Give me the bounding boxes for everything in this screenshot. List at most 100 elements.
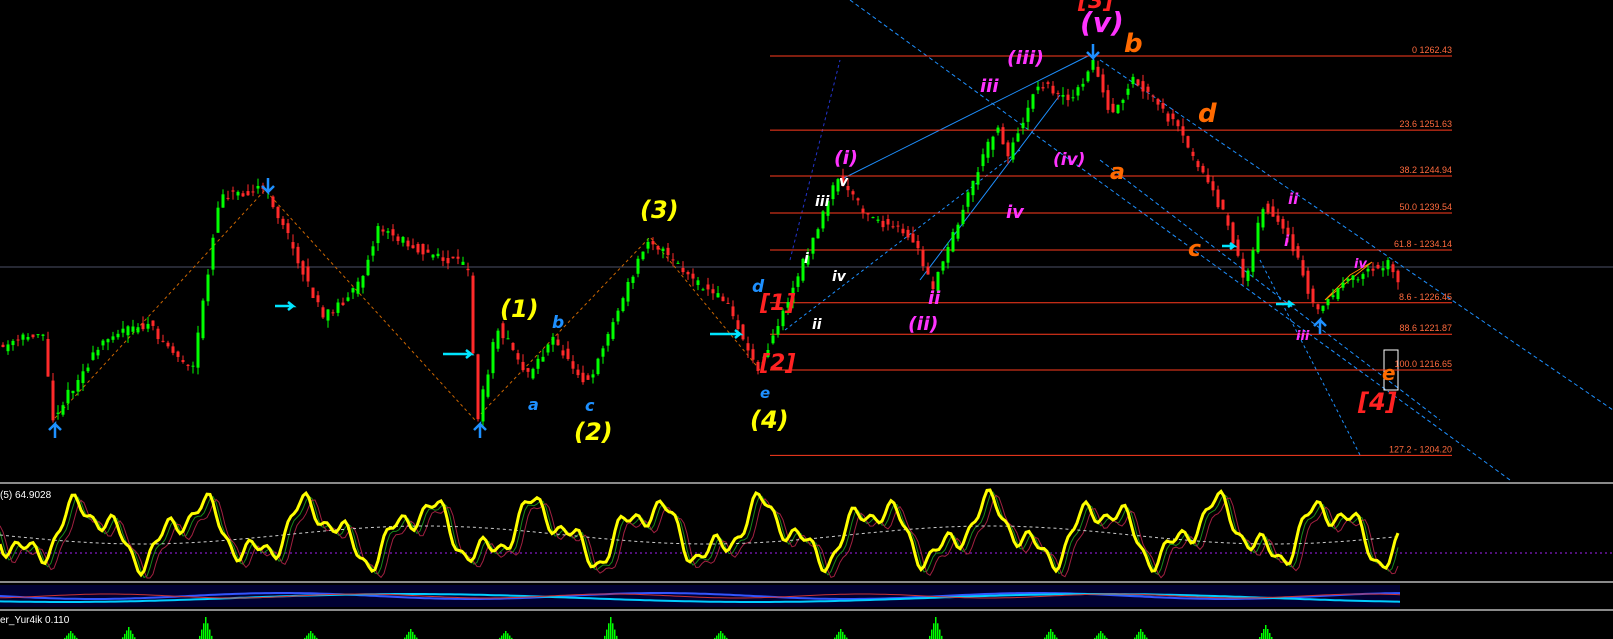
mid-channel-line: [1099, 59, 1613, 411]
candle-body: [61, 405, 65, 415]
wave-label: [4]: [1357, 388, 1397, 416]
candle-body: [366, 259, 370, 276]
candle-body: [811, 237, 815, 254]
candle-body: [1151, 95, 1155, 97]
candle-body: [596, 358, 600, 375]
histogram-bar: [1104, 635, 1106, 639]
candle-body: [1131, 76, 1135, 85]
candle-body: [1291, 234, 1295, 252]
candle-body: [41, 334, 45, 336]
histogram-bar: [937, 623, 939, 639]
candle-body: [451, 256, 455, 259]
candle-body: [491, 342, 495, 374]
wave-label: ii: [928, 288, 941, 309]
histogram-bar: [840, 629, 842, 639]
wave-label: (3): [640, 196, 679, 224]
candle-body: [1036, 86, 1040, 91]
candle-body: [1231, 222, 1235, 244]
candle-body: [421, 243, 425, 255]
histogram-bar: [1138, 631, 1140, 639]
candle-body: [1301, 260, 1305, 276]
candle-body: [316, 295, 320, 303]
candle-body: [396, 236, 400, 242]
candle-body: [551, 336, 555, 345]
candle-body: [461, 261, 465, 265]
candle-body: [511, 342, 515, 350]
wave-label: d: [752, 277, 765, 297]
right-arrow-icon: [275, 301, 297, 311]
candle-body: [381, 229, 385, 232]
candle-body: [236, 191, 240, 196]
right-arrow-icon: [443, 349, 475, 359]
candle-body: [161, 340, 165, 342]
steep-channel-line: [1259, 259, 1361, 456]
histogram-bar: [1142, 631, 1144, 639]
histogram-bar: [1265, 625, 1267, 639]
wave-label: (v): [1080, 6, 1124, 39]
candle-body: [711, 289, 715, 294]
candle-body: [731, 306, 735, 317]
candle-body: [506, 338, 510, 340]
candle-body: [426, 249, 430, 253]
wave-label: ii: [812, 317, 822, 333]
histogram-bar: [939, 629, 941, 639]
histogram-bar: [128, 627, 130, 639]
candle-body: [881, 220, 885, 228]
candle-body: [1001, 127, 1005, 145]
histogram-bar: [501, 635, 503, 639]
candle-body: [1166, 113, 1170, 122]
candle-body: [531, 368, 535, 379]
candle-body: [216, 207, 220, 233]
candle-body: [856, 198, 860, 201]
candle-body: [696, 280, 700, 286]
candle-body: [721, 296, 725, 302]
wave-label: i: [804, 251, 809, 267]
candle-body: [116, 333, 120, 338]
candle-body: [1206, 174, 1210, 183]
fib-level-label: 88.6 1221.87: [1399, 323, 1452, 333]
candle-body: [686, 271, 690, 275]
candle-body: [1116, 104, 1120, 114]
histogram-bar: [612, 623, 614, 639]
candle-body: [1251, 250, 1255, 272]
candle-body: [886, 219, 890, 225]
candle-body: [1341, 282, 1345, 288]
candle-body: [326, 309, 330, 321]
oscillator-main-line: [0, 488, 1400, 578]
candle-body: [306, 266, 310, 282]
histogram-bar: [205, 617, 207, 639]
wave-label: c: [1188, 237, 1201, 262]
histogram-bar: [209, 629, 211, 639]
histogram-bar: [1144, 634, 1146, 639]
candle-body: [166, 342, 170, 347]
candle-body: [256, 185, 260, 189]
candle-body: [311, 287, 315, 298]
candle-body: [1316, 304, 1320, 310]
candle-body: [1041, 87, 1045, 89]
candle-body: [1066, 94, 1070, 101]
wave-label: v: [839, 174, 849, 190]
candle-body: [546, 344, 550, 353]
candle-body: [501, 323, 505, 339]
candle-body: [1256, 222, 1260, 253]
candle-body: [631, 276, 635, 283]
candle-body: [1091, 59, 1095, 70]
elliott-wave-chart: 0 1262.43 23.6 1251.63 38.2 1244.94 50.0 12…: [0, 0, 1613, 639]
candle-body: [526, 368, 530, 372]
histogram-bars: [64, 617, 1273, 639]
wave-label: (i): [834, 147, 858, 169]
candle-body: [151, 320, 155, 326]
right-arrow-icon: [1276, 300, 1296, 308]
candle-body: [926, 266, 930, 275]
candle-body: [276, 206, 280, 219]
candle-body: [516, 353, 520, 360]
histogram-bar: [306, 635, 308, 639]
candle-body: [1376, 264, 1380, 269]
candle-body: [221, 194, 225, 208]
candle-body: [331, 312, 335, 314]
candle-body: [1216, 189, 1220, 208]
wave-label: b: [552, 313, 564, 333]
candle-body: [636, 258, 640, 274]
histogram-bar: [312, 633, 314, 639]
candle-body: [416, 243, 420, 253]
